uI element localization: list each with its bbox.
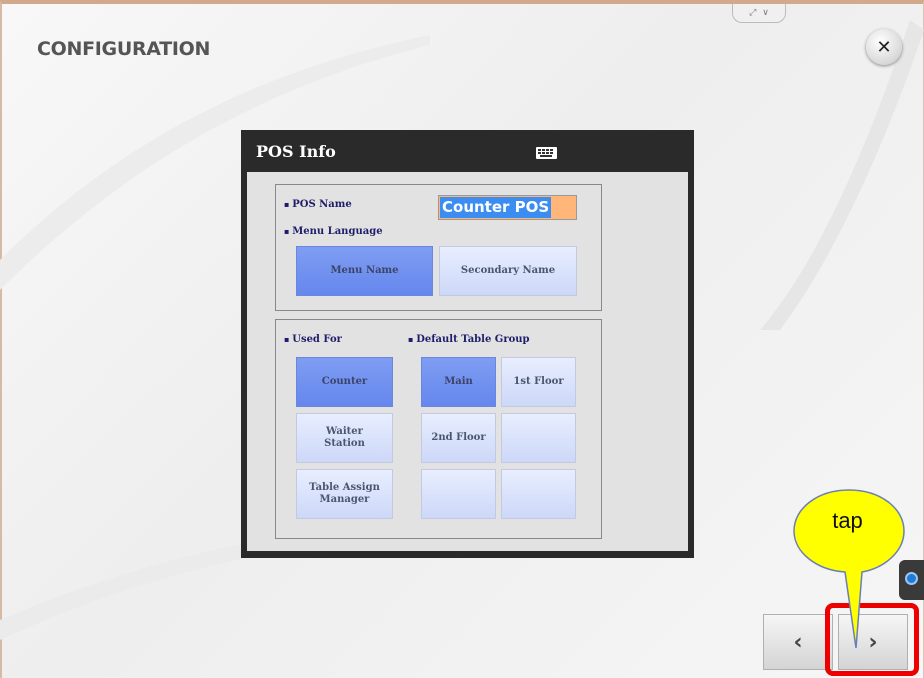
menu-language-label: Menu Language: [284, 226, 382, 237]
page-title: CONFIGURATION: [37, 38, 211, 60]
pos-name-section: POS Name Counter POS Menu Language Menu …: [275, 184, 602, 311]
table-group-main-button[interactable]: Main: [421, 357, 496, 407]
pos-name-value: Counter POS: [440, 197, 552, 218]
table-group-empty-button[interactable]: [421, 469, 496, 519]
keyboard-icon[interactable]: [536, 147, 557, 159]
callout-text: tap: [832, 508, 863, 533]
used-for-counter-button[interactable]: Counter: [296, 357, 393, 407]
close-button[interactable]: ✕: [866, 29, 902, 65]
button-label: Secondary Name: [460, 265, 556, 276]
button-label: 2nd Floor: [431, 432, 486, 443]
table-group-2nd-floor-button[interactable]: 2nd Floor: [421, 413, 496, 463]
menu-language-menu-name-button[interactable]: Menu Name: [296, 246, 433, 296]
used-for-label: Used For: [284, 334, 342, 345]
default-table-group-label: Default Table Group: [408, 334, 529, 345]
dialog-body: POS Name Counter POS Menu Language Menu …: [247, 172, 688, 551]
pos-name-input[interactable]: Counter POS: [438, 195, 577, 220]
pos-info-dialog: POS Info POS Name Counter POS Menu Langu…: [241, 130, 694, 558]
table-group-empty-button[interactable]: [501, 413, 576, 463]
button-label: 1st Floor: [513, 376, 564, 387]
pos-name-label: POS Name: [284, 199, 352, 210]
close-icon: ✕: [876, 36, 892, 58]
menu-language-secondary-name-button[interactable]: Secondary Name: [439, 246, 577, 296]
dialog-header: POS Info: [241, 130, 694, 172]
dialog-title: POS Info: [256, 142, 336, 161]
used-for-table-assign-manager-button[interactable]: Table Assign Manager: [296, 469, 393, 519]
chevron-down-icon: ∨: [762, 8, 769, 18]
collapse-tab[interactable]: ⤢ ∨: [732, 4, 786, 23]
table-group-1st-floor-button[interactable]: 1st Floor: [501, 357, 576, 407]
button-label: Menu Name: [330, 265, 399, 276]
used-for-waiter-station-button[interactable]: Waiter Station: [296, 413, 393, 463]
expand-icon: ⤢: [749, 8, 757, 18]
button-label: Counter: [321, 376, 368, 387]
button-label: Main: [444, 376, 473, 387]
table-group-empty-button[interactable]: [501, 469, 576, 519]
usage-section: Used For Default Table Group Counter Wai…: [275, 319, 602, 539]
button-label: Table Assign Manager: [309, 482, 380, 505]
button-label: Waiter Station: [324, 426, 365, 449]
